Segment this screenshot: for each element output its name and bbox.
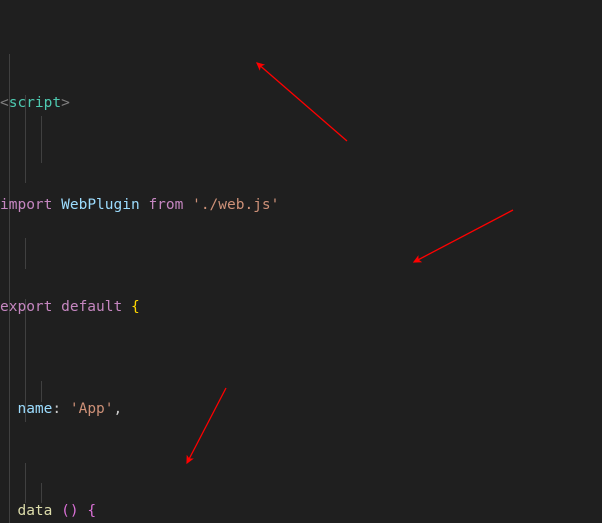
code-content[interactable]: <script> import WebPlugin from './web.js…: [0, 11, 602, 523]
code-line[interactable]: <script>: [0, 93, 602, 113]
code-line[interactable]: data () {: [0, 501, 602, 521]
code-line[interactable]: export default {: [0, 297, 602, 317]
code-line[interactable]: import WebPlugin from './web.js': [0, 195, 602, 215]
code-line[interactable]: name: 'App',: [0, 399, 602, 419]
code-editor[interactable]: <script> import WebPlugin from './web.js…: [0, 0, 602, 523]
